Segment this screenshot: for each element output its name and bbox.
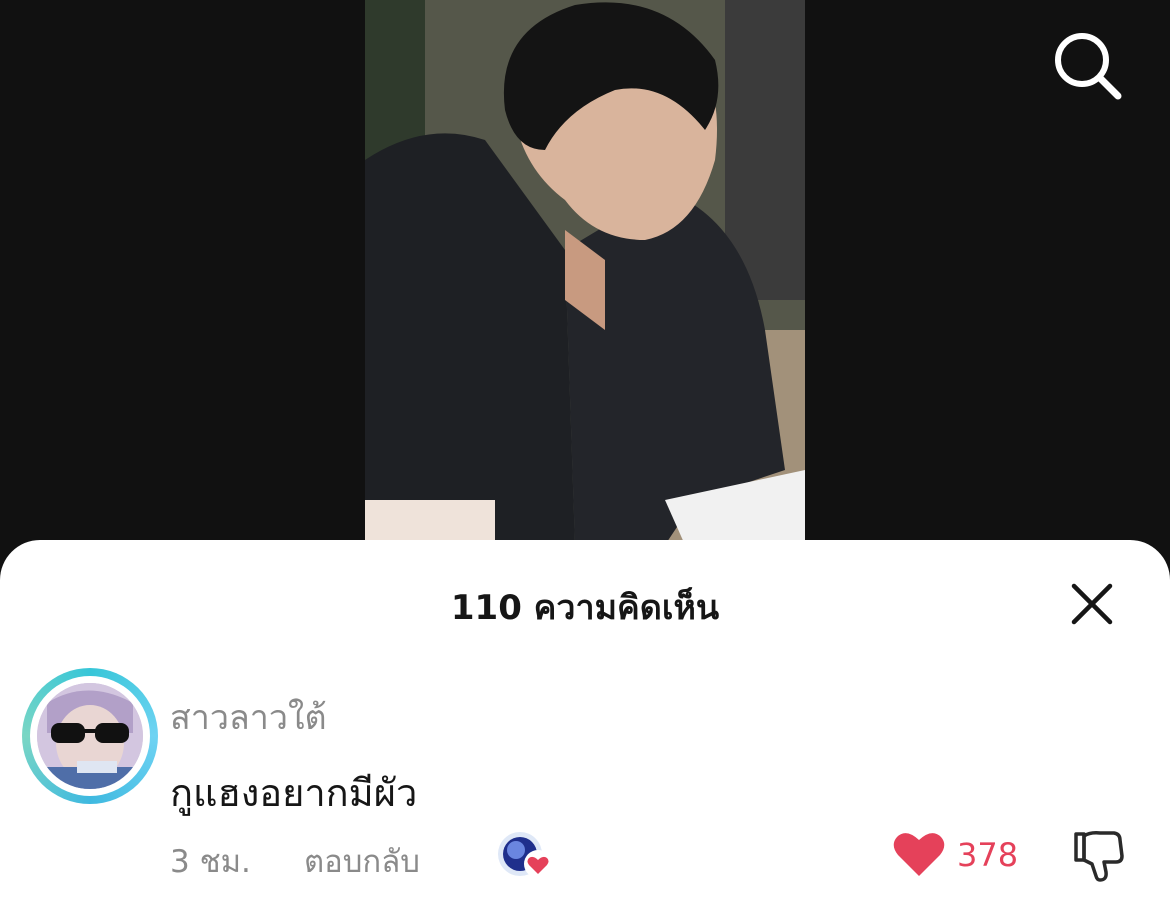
comment-username[interactable]: สาวลาวใต้ <box>170 690 327 744</box>
comments-title: 110 ความคิดเห็น <box>450 588 720 628</box>
like-button[interactable] <box>892 830 946 878</box>
video-player[interactable] <box>0 0 1170 560</box>
avatar[interactable] <box>22 668 158 804</box>
thumbs-down-icon <box>1070 831 1126 888</box>
dislike-button[interactable] <box>1070 828 1126 884</box>
close-button[interactable] <box>1064 576 1120 632</box>
heart-icon <box>892 833 946 882</box>
like-count: 378 <box>957 836 1019 874</box>
close-icon <box>1064 583 1120 636</box>
video-thumbnail[interactable] <box>365 0 805 545</box>
comment-text: กูแฮงอยากมีผัว <box>170 771 418 815</box>
comment-timestamp: 3 ชม. <box>170 844 251 880</box>
search-icon <box>1052 33 1122 104</box>
comments-sheet: 110 ความคิดเห็น สาวลาวใต้ กูแฮงอยากมีผัว… <box>0 540 1170 898</box>
creator-liked-icon <box>496 830 556 880</box>
reply-button[interactable]: ตอบกลับ <box>304 836 420 886</box>
search-button[interactable] <box>1052 30 1122 100</box>
